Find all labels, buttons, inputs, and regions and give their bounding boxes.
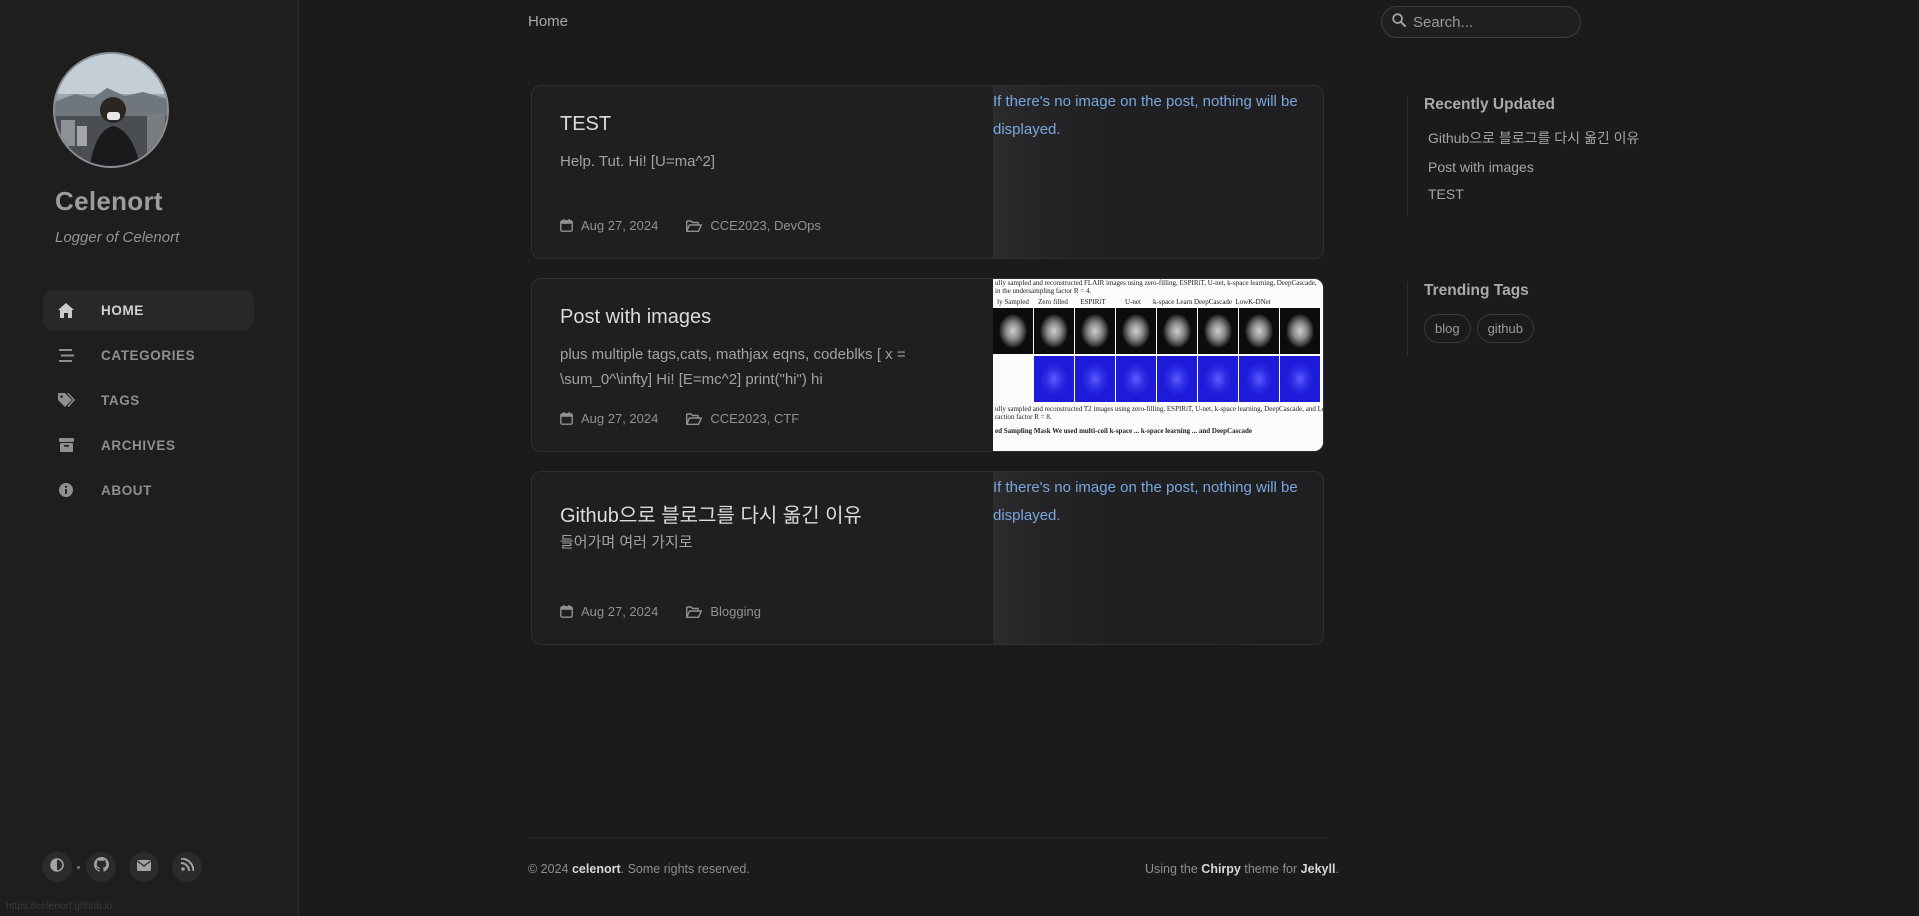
post-excerpt: Help. Tut. Hi! [U=ma^2]	[560, 153, 716, 170]
figure-caption: ed Sampling Mask We used multi-coil k-sp…	[995, 427, 1252, 435]
recent-post-link[interactable]: TEST	[1424, 186, 1639, 202]
nav-item-categories[interactable]: CATEGORIES	[43, 335, 254, 375]
figure-row	[993, 308, 1323, 354]
search-input[interactable]	[1413, 13, 1563, 31]
post-excerpt: plus multiple tags,cats, mathjax eqns, c…	[560, 346, 906, 388]
image-alt-text: If there's no image on the post, nothing…	[993, 93, 1298, 138]
nav-item-tags[interactable]: TAGS	[43, 380, 254, 420]
post-body: Github으로 블로그를 다시 옮긴 이유 들어가며 여러 가지로 Aug 2…	[560, 472, 980, 644]
nav-item-archives[interactable]: ARCHIVES	[43, 425, 254, 465]
email-link[interactable]	[129, 852, 159, 882]
nav-item-home[interactable]: HOME	[43, 290, 254, 330]
status-url: https://celenort.github.io	[6, 901, 113, 912]
post-preview-image: If there's no image on the post, nothing…	[993, 472, 1323, 644]
image-alt-text: If there's no image on the post, nothing…	[993, 479, 1298, 524]
figure-caption: raction factor R = 8.	[995, 413, 1052, 421]
recently-updated-panel: Recently Updated Github으로 블로그를 다시 옮긴 이유 …	[1407, 96, 1639, 216]
archive-icon	[57, 436, 75, 454]
post-body: TEST Help. Tut. Hi! [U=ma^2] Aug 27, 202…	[560, 86, 980, 258]
separator-dot	[77, 865, 80, 869]
nav-label: TAGS	[101, 392, 140, 408]
post-categories: Blogging	[710, 604, 761, 619]
theme-toggle-button[interactable]	[42, 852, 72, 882]
theme-link[interactable]: Chirpy	[1201, 862, 1241, 876]
stream-icon	[57, 346, 75, 364]
figure-caption: ully sampled and reconstructed FLAIR ima…	[995, 279, 1317, 287]
panel-heading: Trending Tags	[1424, 282, 1529, 299]
folder-open-icon	[686, 219, 703, 232]
post-preview-image: ully sampled and reconstructed FLAIR ima…	[993, 279, 1324, 451]
figure-header: ESPIRiT	[1080, 298, 1106, 306]
email-icon	[137, 858, 151, 876]
nav-label: HOME	[101, 302, 144, 318]
calendar-icon	[560, 412, 573, 425]
theme-toggle-icon	[50, 857, 64, 877]
recent-post-link[interactable]: Github으로 블로그를 다시 옮긴 이유	[1424, 128, 1639, 148]
post-meta: Aug 27, 2024 CCE2023, DevOps	[560, 218, 821, 233]
post-categories: CCE2023, CTF	[710, 411, 800, 426]
github-icon	[93, 857, 109, 877]
post-categories: CCE2023, DevOps	[710, 218, 821, 233]
figure-header: DeepCascade	[1193, 298, 1233, 306]
figure-row	[993, 356, 1323, 402]
post-preview-image: If there's no image on the post, nothing…	[993, 86, 1323, 258]
figure-caption: in the undersampling factor R = 4.	[995, 287, 1092, 295]
home-icon	[57, 301, 75, 319]
post-date: Aug 27, 2024	[581, 411, 659, 426]
panel-heading: Recently Updated	[1424, 96, 1555, 113]
figure-header: Zero filled	[1038, 298, 1068, 306]
post-card[interactable]: Github으로 블로그를 다시 옮긴 이유 들어가며 여러 가지로 Aug 2…	[531, 471, 1324, 645]
tag-chip[interactable]: github	[1476, 314, 1534, 343]
folder-open-icon	[686, 605, 703, 618]
post-title[interactable]: Github으로 블로그를 다시 옮긴 이유	[560, 499, 862, 528]
info-circle-icon	[57, 481, 75, 499]
nav-item-about[interactable]: ABOUT	[43, 470, 254, 510]
figure-caption: ully sampled and reconstructed T2 images…	[995, 405, 1324, 413]
avatar[interactable]	[53, 52, 169, 168]
jekyll-link[interactable]: Jekyll	[1301, 862, 1336, 876]
footer-divider	[528, 837, 1326, 838]
sidebar-nav: HOME CATEGORIES TAGS ARCHIVES ABOUT	[43, 290, 254, 515]
breadcrumb: Home	[528, 13, 569, 30]
figure-header: k-space Learning	[1153, 298, 1193, 306]
rss-link[interactable]	[172, 852, 202, 882]
rss-icon	[180, 857, 194, 876]
nav-label: ABOUT	[101, 482, 152, 498]
search-icon	[1392, 12, 1406, 32]
nav-label: ARCHIVES	[101, 437, 176, 453]
figure-header: ly Sampled	[997, 298, 1029, 306]
sidebar-bottom	[42, 852, 215, 882]
post-date: Aug 27, 2024	[581, 604, 659, 619]
post-card[interactable]: Post with images plus multiple tags,cats…	[531, 278, 1324, 452]
post-body: Post with images plus multiple tags,cats…	[560, 279, 980, 451]
post-title[interactable]: Post with images	[560, 306, 711, 329]
post-meta: Aug 27, 2024 CCE2023, CTF	[560, 411, 799, 426]
recent-post-link[interactable]: Post with images	[1424, 159, 1639, 175]
site-subtitle: Logger of Celenort	[55, 229, 180, 246]
site-title[interactable]: Celenort	[55, 186, 163, 217]
sidebar: Celenort Logger of Celenort HOME CATEGOR…	[0, 0, 299, 916]
github-link[interactable]	[86, 852, 116, 882]
figure-headers: ly Sampled Zero filled ESPIRiT U-net k-s…	[993, 298, 1323, 306]
folder-open-icon	[686, 412, 703, 425]
owner-link[interactable]: celenort	[572, 862, 621, 876]
tag-chip[interactable]: blog	[1424, 314, 1471, 343]
tags-icon	[57, 391, 75, 409]
post-excerpt: 들어가며 여러 가지로	[560, 534, 693, 551]
calendar-icon	[560, 219, 573, 232]
footer-credits: Using the Chirpy theme for Jekyll.	[1145, 862, 1339, 876]
post-title[interactable]: TEST	[560, 113, 611, 136]
calendar-icon	[560, 605, 573, 618]
post-card[interactable]: TEST Help. Tut. Hi! [U=ma^2] Aug 27, 202…	[531, 85, 1324, 259]
figure-header: U-net	[1125, 298, 1141, 306]
nav-label: CATEGORIES	[101, 347, 196, 363]
post-date: Aug 27, 2024	[581, 218, 659, 233]
mri-figure-image: ully sampled and reconstructed FLAIR ima…	[993, 279, 1324, 451]
trending-tags-panel: Trending Tags blog github	[1407, 282, 1540, 356]
post-meta: Aug 27, 2024 Blogging	[560, 604, 761, 619]
search-bar[interactable]	[1381, 6, 1581, 38]
figure-header: LowK-DNet	[1235, 298, 1271, 306]
footer-copyright: © 2024 celenort. Some rights reserved.	[528, 862, 750, 876]
